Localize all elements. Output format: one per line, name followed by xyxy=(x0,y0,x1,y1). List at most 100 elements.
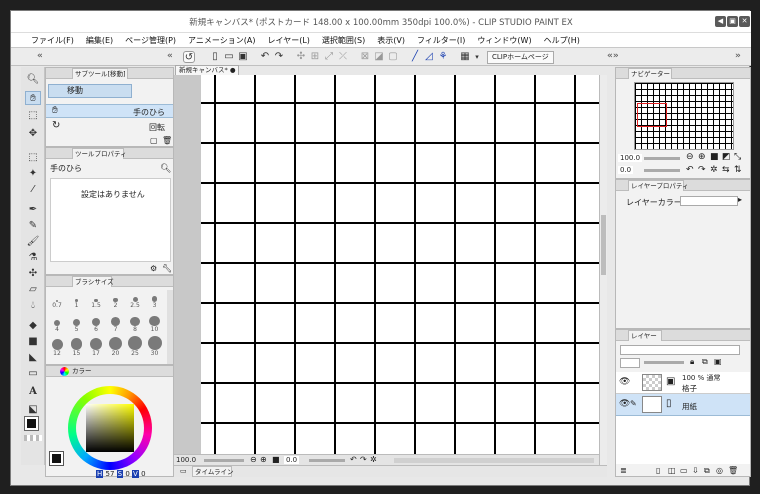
timeline-icon[interactable]: ▭ xyxy=(180,467,187,475)
brush-size-option[interactable]: 2.5 xyxy=(126,290,144,309)
saturation-value-square[interactable] xyxy=(86,404,134,452)
opacity-select[interactable] xyxy=(620,358,640,368)
menu-filter[interactable]: フィルター(I) xyxy=(411,35,471,46)
pencil-icon[interactable]: ✎ xyxy=(25,219,41,233)
auto-select-icon[interactable]: ✦ xyxy=(25,167,41,181)
grid-snap-icon[interactable]: ⚘ xyxy=(437,51,449,63)
collapse-left-icon-2[interactable]: « xyxy=(167,51,173,61)
new-file-icon[interactable]: ▯ xyxy=(209,51,221,63)
brush-size-option[interactable]: 15 xyxy=(68,338,86,357)
current-color-swatch[interactable] xyxy=(49,451,64,466)
new-folder-icon[interactable]: ▭ xyxy=(680,466,688,475)
brush-size-option[interactable]: 2 xyxy=(107,290,125,309)
lock-icon[interactable]: 🔒︎ xyxy=(690,357,694,367)
navigator-tab[interactable]: ナビゲーター xyxy=(628,68,672,79)
menu-edit[interactable]: 編集(E) xyxy=(80,35,119,46)
fit-screen-icon[interactable]: ■ xyxy=(710,152,719,162)
deselect-icon[interactable]: ⊠ xyxy=(359,51,371,63)
color-wheel-tab-icon[interactable] xyxy=(60,367,69,376)
brush-size-option[interactable]: 0.7 xyxy=(48,290,66,309)
zoom-in-icon[interactable]: ⊕ xyxy=(698,152,706,162)
reset-icon[interactable]: ✲ xyxy=(710,165,718,175)
show-selection-icon[interactable]: ▢ xyxy=(387,51,399,63)
decoration-icon[interactable]: ✣ xyxy=(25,267,41,281)
move-tool-icon[interactable]: ✋︎ xyxy=(25,91,41,105)
reference-icon[interactable]: ▣ xyxy=(714,357,722,366)
merge-icon[interactable]: ⇩ xyxy=(692,466,699,475)
airbrush-icon[interactable]: ⚗︎ xyxy=(25,251,41,265)
color-tab[interactable]: カラー xyxy=(70,366,92,377)
blend-mode-select[interactable] xyxy=(620,345,740,355)
brush-size-tab[interactable]: ブラシサイズ xyxy=(72,276,114,287)
new-raster-layer-icon[interactable]: ▯ xyxy=(656,466,660,475)
frame-icon[interactable]: ▭ xyxy=(25,367,41,381)
color-icon[interactable]: ▦ xyxy=(459,51,471,63)
save-icon[interactable]: ▣ xyxy=(237,51,249,63)
clip-studio-icon[interactable]: ↺ xyxy=(183,51,195,63)
trash-icon[interactable]: 🗑︎ xyxy=(728,466,738,475)
mask-icon[interactable]: ◎ xyxy=(716,466,723,475)
tool-settings-icon[interactable]: 🔧︎ xyxy=(162,264,172,273)
navigator-zoom[interactable]: 100.0 xyxy=(618,154,643,162)
menu-selection[interactable]: 選択範囲(S) xyxy=(316,35,371,46)
canvas-area[interactable] xyxy=(174,75,602,467)
layer-row-selected[interactable]: 👁︎ ✎ ▯ 用紙 xyxy=(616,394,750,416)
close-button[interactable]: ✕ xyxy=(739,16,750,27)
fit-icon[interactable]: ■ xyxy=(272,455,280,464)
zoom-slider[interactable] xyxy=(204,459,244,462)
subtool-group-move[interactable]: 移動 xyxy=(48,84,132,98)
layer-tab[interactable]: レイヤー xyxy=(628,330,662,341)
opacity-slider[interactable] xyxy=(644,361,684,364)
clear-outside-icon[interactable]: ⊞ xyxy=(309,51,321,63)
navigator-rotate-slider[interactable] xyxy=(644,169,680,172)
balloon-icon[interactable]: ⬕ xyxy=(25,403,41,417)
subtool-item-rotate[interactable]: ↻ 回転 xyxy=(46,120,173,134)
brush-size-option[interactable]: 1 xyxy=(68,290,86,309)
brush-icon[interactable]: 🖌︎ xyxy=(25,235,41,249)
zoom-value[interactable]: 100.0 xyxy=(176,456,196,464)
flip-icon[interactable]: ◩ xyxy=(722,152,731,162)
maximize-button[interactable]: ▣ xyxy=(727,16,738,27)
special-ruler-snap-icon[interactable]: ◿ xyxy=(423,51,435,63)
brush-size-option[interactable]: 1.5 xyxy=(87,290,105,309)
collapse-left-icon[interactable]: « xyxy=(37,51,43,61)
menu-page[interactable]: ページ管理(P) xyxy=(119,35,182,46)
rotate-slider[interactable] xyxy=(309,459,345,462)
menu-animation[interactable]: アニメーション(A) xyxy=(182,35,261,46)
brush-size-option[interactable]: 3 xyxy=(146,290,164,309)
transparent-color-swatch[interactable] xyxy=(24,435,42,441)
layer-color-field[interactable] xyxy=(680,196,738,206)
rotate-value[interactable]: 0.0 xyxy=(284,456,300,464)
clip-home-button[interactable]: CLIPホームページ xyxy=(487,51,554,64)
minimize-button[interactable]: ◀ xyxy=(715,16,726,27)
navigator-rotate[interactable]: 0.0 xyxy=(618,166,634,174)
zoom-icon[interactable]: 🔍︎ xyxy=(25,73,41,87)
blend-icon[interactable]: 💧︎ xyxy=(25,299,41,313)
move-layer-icon[interactable]: ✥ xyxy=(25,127,41,141)
horizontal-scrollbar[interactable] xyxy=(394,458,594,463)
hue-ring[interactable] xyxy=(68,386,152,470)
subtool-item-hand[interactable]: ✋︎ 手のひら xyxy=(46,104,173,118)
pen-icon[interactable]: ✒︎ xyxy=(25,203,41,217)
brush-size-option[interactable]: 4 xyxy=(48,314,66,333)
navigator-zoom-slider[interactable] xyxy=(644,157,680,160)
brush-size-option[interactable]: 20 xyxy=(107,336,125,357)
reset-rotate-icon[interactable]: ✲ xyxy=(370,455,377,464)
gear-icon[interactable]: ⚙︎ xyxy=(150,264,157,273)
brush-size-option[interactable]: 5 xyxy=(68,314,86,333)
rotate-right-icon[interactable]: ↷ xyxy=(698,165,706,175)
redo-icon[interactable]: ↷ xyxy=(273,51,285,63)
flip-v-icon[interactable]: ⇅ xyxy=(734,165,742,175)
figure-icon[interactable]: ◣ xyxy=(25,351,41,365)
gradient-icon[interactable]: ■ xyxy=(25,335,41,349)
vertical-scrollbar[interactable] xyxy=(599,75,607,467)
brush-size-option[interactable]: 7 xyxy=(107,314,125,333)
canvas-sheet[interactable] xyxy=(201,75,601,467)
fill-tool-icon[interactable]: ◆ xyxy=(25,319,41,333)
eraser-icon[interactable]: ▱ xyxy=(25,283,41,297)
layer-property-tab[interactable]: レイヤープロパティ xyxy=(628,180,689,191)
flip-h-icon[interactable]: ⇆ xyxy=(722,165,730,175)
brush-size-scrollbar[interactable] xyxy=(167,290,173,364)
fill-icon[interactable]: ⤢ xyxy=(323,51,335,63)
menu-help[interactable]: ヘルプ(H) xyxy=(538,35,586,46)
